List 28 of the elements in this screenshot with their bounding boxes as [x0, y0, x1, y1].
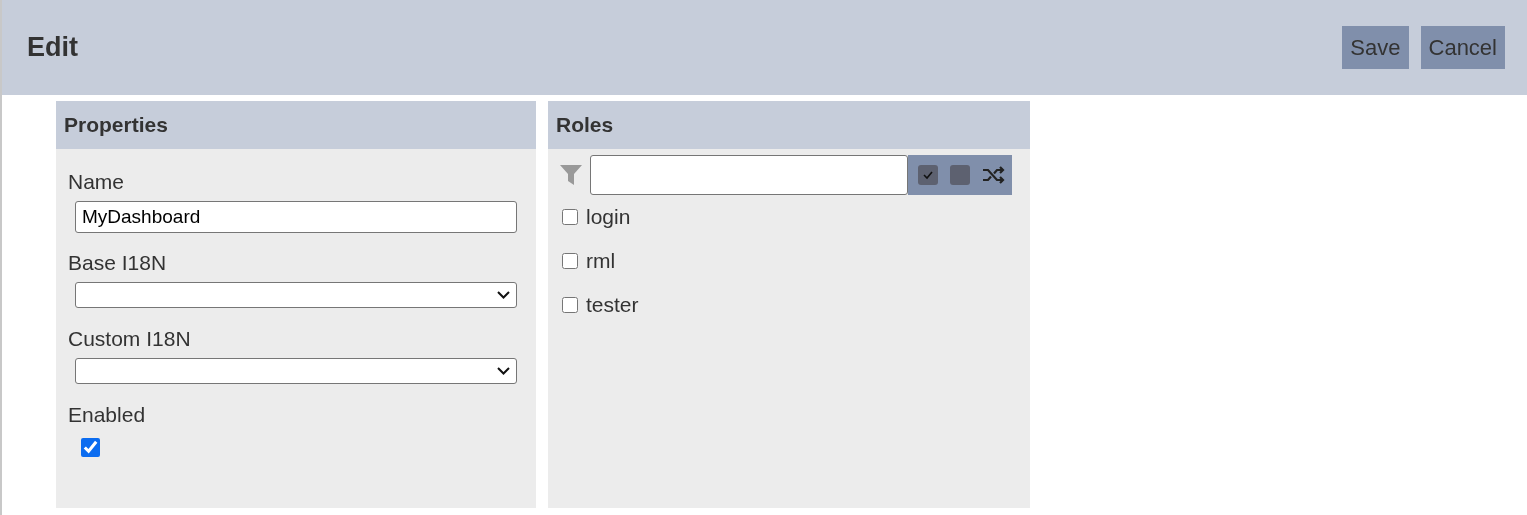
- field-label: Enabled: [68, 402, 146, 428]
- role-checkbox[interactable]: [562, 297, 578, 313]
- page-title: Edit: [27, 32, 78, 63]
- checked-box-icon: [918, 165, 938, 185]
- panel-title: Properties: [56, 101, 536, 149]
- select-all-button[interactable]: [918, 165, 938, 185]
- header-button[interactable]: Cancel: [1420, 26, 1505, 69]
- role-label: tester: [586, 293, 639, 317]
- chevron-icon: [497, 291, 510, 299]
- shuffle-button[interactable]: [982, 165, 1006, 185]
- header-button[interactable]: Save: [1342, 26, 1409, 69]
- role-label: login: [586, 205, 631, 229]
- filter-field[interactable]: [590, 155, 908, 195]
- select-field[interactable]: [75, 282, 517, 308]
- name-field[interactable]: MyDashboard: [75, 201, 517, 233]
- field-label: Name: [68, 169, 125, 195]
- role-checkbox[interactable]: [562, 209, 578, 225]
- select-field[interactable]: [75, 358, 517, 384]
- square-icon: [950, 165, 970, 185]
- role-checkbox[interactable]: [562, 253, 578, 269]
- field-label: Custom I18N: [68, 326, 191, 352]
- enabled-checkbox[interactable]: [81, 438, 100, 457]
- shuffle-icon: [982, 165, 1006, 185]
- field-label: Base I18N: [68, 250, 167, 276]
- panel-title: Roles: [548, 101, 1030, 149]
- filter-icon: [560, 165, 582, 185]
- role-label: rml: [586, 249, 616, 273]
- chevron-icon: [497, 367, 510, 375]
